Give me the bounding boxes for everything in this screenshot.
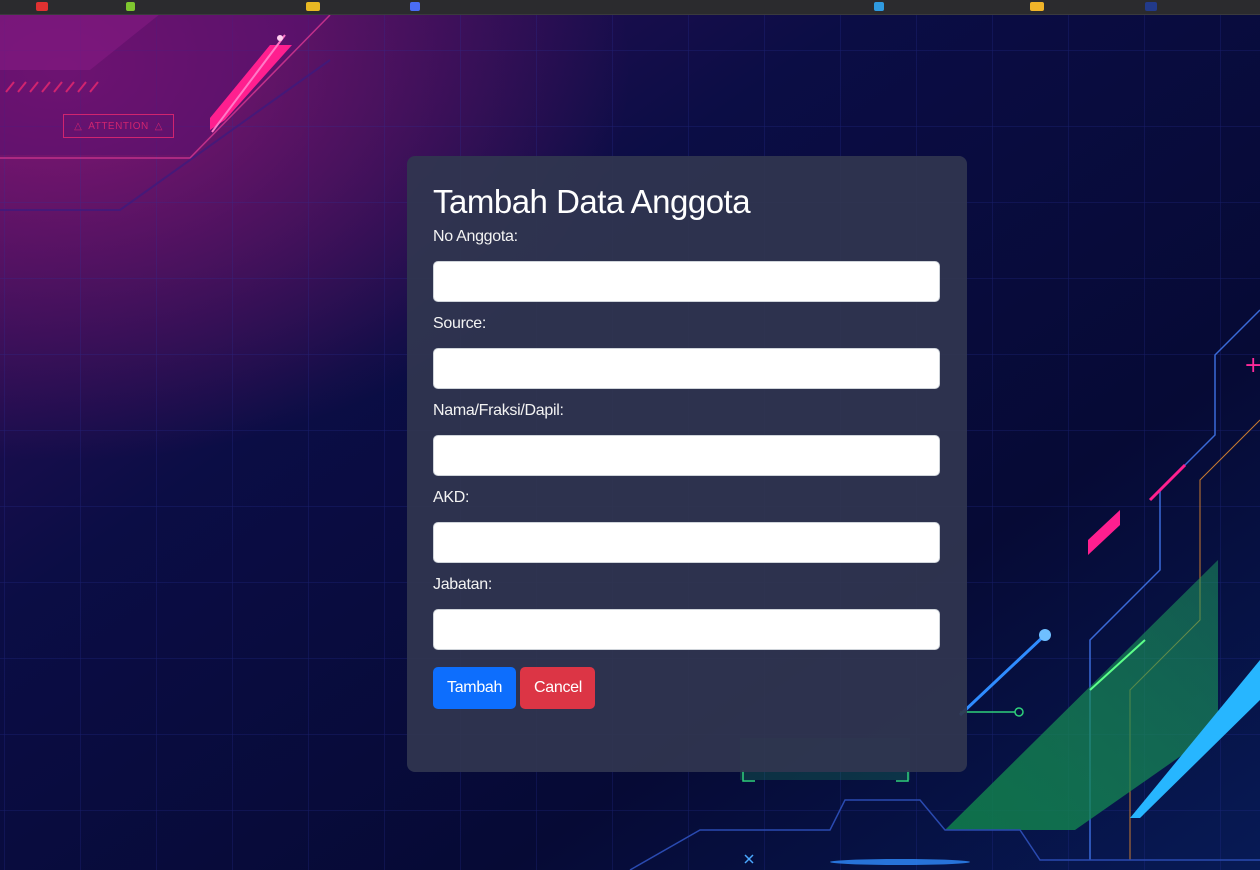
form-actions: Tambah Cancel xyxy=(433,667,941,709)
nama-fraksi-dapil-label: Nama/Fraksi/Dapil: xyxy=(433,402,564,419)
no-anggota-input[interactable] xyxy=(433,261,940,302)
jabatan-input[interactable] xyxy=(433,609,940,650)
jabatan-label: Jabatan: xyxy=(433,576,492,593)
warning-triangle-icon: △ xyxy=(154,120,163,132)
warning-triangle-icon: △ xyxy=(74,120,83,132)
source-label: Source: xyxy=(433,315,487,332)
attention-badge: △ ATTENTION △ xyxy=(63,114,174,138)
akd-input[interactable] xyxy=(433,522,940,563)
tambah-button[interactable]: Tambah xyxy=(433,667,516,709)
add-member-modal: Tambah Data Anggota No Anggota: Source: … xyxy=(407,156,967,772)
bookmark-7[interactable] xyxy=(1145,2,1157,11)
svg-text:+: + xyxy=(1244,353,1260,378)
modal-title: Tambah Data Anggota xyxy=(433,183,751,220)
cancel-button[interactable]: Cancel xyxy=(520,667,595,709)
bookmark-3[interactable] xyxy=(306,2,320,11)
attention-label: ATTENTION xyxy=(88,120,149,132)
source-input[interactable] xyxy=(433,348,940,389)
no-anggota-label: No Anggota: xyxy=(433,228,518,245)
bookmark-4[interactable] xyxy=(410,2,420,11)
bookmark-5[interactable] xyxy=(874,2,884,11)
bookmark-1[interactable] xyxy=(36,2,48,11)
nama-fraksi-dapil-input[interactable] xyxy=(433,435,940,476)
bookmark-6[interactable] xyxy=(1030,2,1044,11)
bookmark-2[interactable] xyxy=(126,2,135,11)
akd-label: AKD: xyxy=(433,489,470,506)
bookmarks-bar xyxy=(0,0,1260,15)
